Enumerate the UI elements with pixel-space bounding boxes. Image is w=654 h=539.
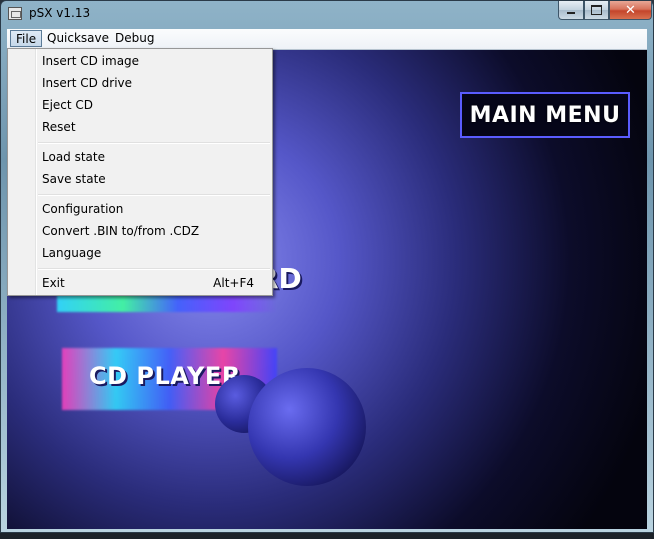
menu-item-language[interactable]: Language (10, 242, 270, 264)
menu-item-insert-cd-drive[interactable]: Insert CD drive (10, 72, 270, 94)
menu-quicksave[interactable]: Quicksave (42, 30, 114, 47)
menu-item-label: Configuration (42, 202, 124, 216)
menu-bar: File Quicksave Debug (7, 29, 647, 50)
menu-debug[interactable]: Debug (110, 30, 159, 47)
menu-separator (38, 268, 270, 270)
menu-file[interactable]: File (10, 30, 43, 47)
menu-item-label: Language (42, 246, 102, 260)
large-sphere (248, 368, 366, 486)
minimize-button[interactable] (558, 1, 584, 20)
file-dropdown-menu: Insert CD image Insert CD drive Eject CD… (7, 48, 273, 296)
menu-item-label: Save state (42, 172, 106, 186)
menu-item-label: Load state (42, 150, 105, 164)
menu-item-label: Eject CD (42, 98, 94, 112)
menu-item-label: Convert .BIN to/from .CDZ (42, 224, 200, 238)
menu-item-convert-bin-cdz[interactable]: Convert .BIN to/from .CDZ (10, 220, 270, 242)
minimize-icon (567, 12, 575, 14)
main-menu-banner: MAIN MENU (460, 92, 630, 138)
menu-item-configuration[interactable]: Configuration (10, 198, 270, 220)
menu-item-eject-cd[interactable]: Eject CD (10, 94, 270, 116)
maximize-icon (591, 5, 602, 15)
title-bar[interactable]: pSX v1.13 ✕ (1, 1, 653, 29)
menu-separator (38, 142, 270, 144)
menu-item-label: Insert CD image (42, 54, 140, 68)
menu-item-exit[interactable]: Exit Alt+F4 (10, 272, 270, 294)
app-icon[interactable] (8, 7, 22, 20)
menu-separator (38, 194, 270, 196)
menu-item-label: Reset (42, 120, 76, 134)
menu-item-load-state[interactable]: Load state (10, 146, 270, 168)
close-button[interactable]: ✕ (609, 1, 652, 20)
menu-item-label: Insert CD drive (42, 76, 133, 90)
menu-item-insert-cd-image[interactable]: Insert CD image (10, 50, 270, 72)
window-title: pSX v1.13 (29, 6, 91, 20)
menu-item-shortcut: Alt+F4 (213, 276, 254, 290)
close-icon: ✕ (625, 2, 636, 18)
menu-item-label: Exit (42, 276, 65, 290)
menu-item-reset[interactable]: Reset (10, 116, 270, 138)
maximize-button[interactable] (584, 1, 609, 20)
cd-player-label: CD PLAYER (89, 362, 241, 390)
menu-item-save-state[interactable]: Save state (10, 168, 270, 190)
